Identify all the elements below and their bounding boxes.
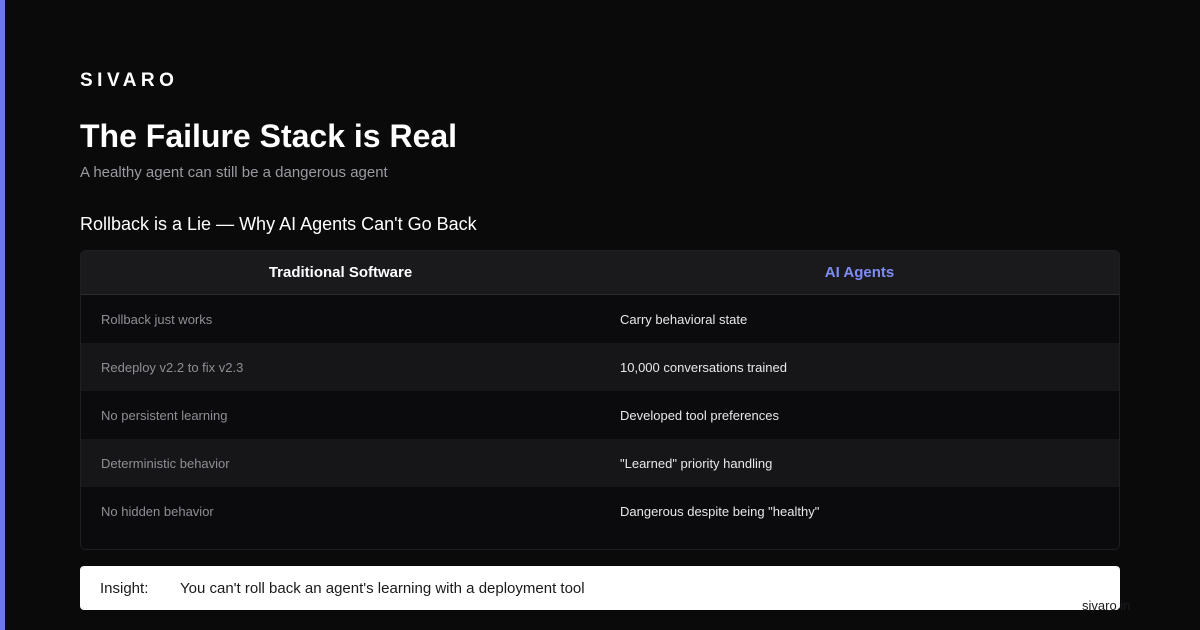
table-cell-traditional: No hidden behavior — [101, 503, 214, 519]
section-heading: Rollback is a Lie — Why AI Agents Can't … — [80, 214, 477, 234]
table-row: No persistent learning Developed tool pr… — [81, 391, 1119, 439]
table-cell-traditional: No persistent learning — [101, 407, 228, 423]
table-row: No hidden behavior Dangerous despite bei… — [81, 487, 1119, 535]
slide: SIVARO The Failure Stack is Real A healt… — [0, 0, 1200, 630]
column-header-ai-agents: AI Agents — [824, 264, 895, 281]
table-cell-traditional: Deterministic behavior — [101, 455, 230, 471]
table-header: Traditional Software AI Agents — [81, 251, 1119, 295]
accent-bar — [0, 0, 5, 630]
insight-label: Insight: — [100, 579, 149, 597]
table-cell-ai-agents: Dangerous despite being "healthy" — [620, 503, 820, 519]
comparison-table: Traditional Software AI Agents Rollback … — [80, 250, 1120, 550]
insight-banner: Insight: You can't roll back an agent's … — [80, 566, 1120, 610]
table-row: Redeploy v2.2 to fix v2.3 10,000 convers… — [81, 343, 1119, 391]
table-cell-traditional: Redeploy v2.2 to fix v2.3 — [101, 359, 244, 375]
insight-text: You can't roll back an agent's learning … — [180, 579, 585, 597]
page-subtitle: A healthy agent can still be a dangerous… — [80, 164, 388, 181]
table-cell-ai-agents: Carry behavioral state — [620, 311, 748, 327]
brand-logo: SIVARO — [80, 70, 179, 91]
column-header-traditional: Traditional Software — [268, 264, 413, 281]
table-row: Rollback just works Carry behavioral sta… — [81, 295, 1119, 343]
table-body: Rollback just works Carry behavioral sta… — [81, 295, 1119, 535]
watermark: sivaro.in — [1082, 598, 1131, 613]
page-title: The Failure Stack is Real — [80, 118, 458, 154]
table-row: Deterministic behavior "Learned" priorit… — [81, 439, 1119, 487]
table-cell-traditional: Rollback just works — [101, 311, 213, 327]
table-cell-ai-agents: "Learned" priority handling — [620, 455, 773, 471]
table-cell-ai-agents: 10,000 conversations trained — [620, 359, 787, 375]
table-cell-ai-agents: Developed tool preferences — [620, 407, 779, 423]
